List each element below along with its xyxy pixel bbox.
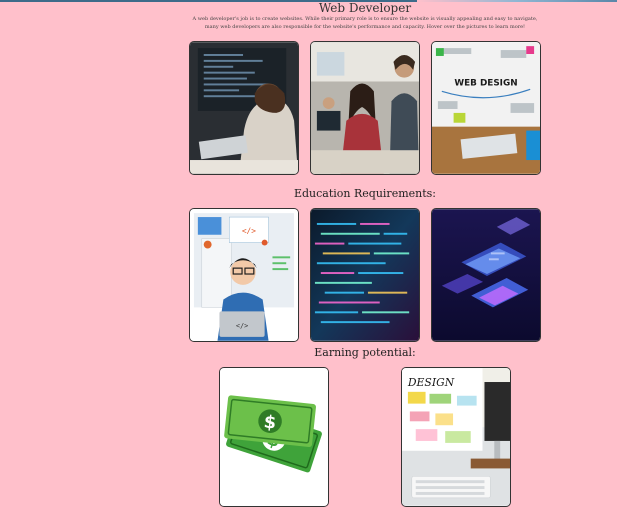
- design-label: DESIGN: [407, 376, 455, 389]
- laptop-code-tag: </>: [236, 322, 248, 330]
- photo-card-design-desk[interactable]: DESIGN: [401, 367, 511, 507]
- photo-coding-monitor: [190, 42, 298, 174]
- photo-team-office: [311, 42, 419, 174]
- page-description: A web developer's job is to create websi…: [192, 16, 538, 30]
- dollar-sign: $: [263, 412, 277, 433]
- education-heading: Education Requirements:: [293, 187, 437, 200]
- web-design-label: WEB DESIGN: [454, 78, 517, 88]
- earning-heading: Earning potential:: [314, 346, 416, 359]
- photo-card-isometric-devices[interactable]: [431, 208, 541, 342]
- photo-card-coding-monitor[interactable]: [189, 41, 299, 175]
- photo-design-desk: DESIGN: [402, 368, 510, 506]
- photo-isometric-devices: [432, 209, 540, 341]
- photo-card-developer-illustration[interactable]: </> </>: [189, 208, 299, 342]
- photo-web-design: WEB DESIGN: [432, 42, 540, 174]
- photo-developer-illustration: </> </>: [190, 209, 298, 341]
- photo-money: $ $: [220, 368, 328, 506]
- photo-card-web-design[interactable]: WEB DESIGN: [431, 41, 541, 175]
- photo-card-code-screen[interactable]: [310, 208, 420, 342]
- photo-code-screen: [311, 209, 419, 341]
- photo-card-team-office[interactable]: [310, 41, 420, 175]
- photo-card-money[interactable]: $ $: [219, 367, 329, 507]
- code-tag-label: </>: [242, 227, 256, 236]
- page-title: Web Developer: [318, 1, 412, 15]
